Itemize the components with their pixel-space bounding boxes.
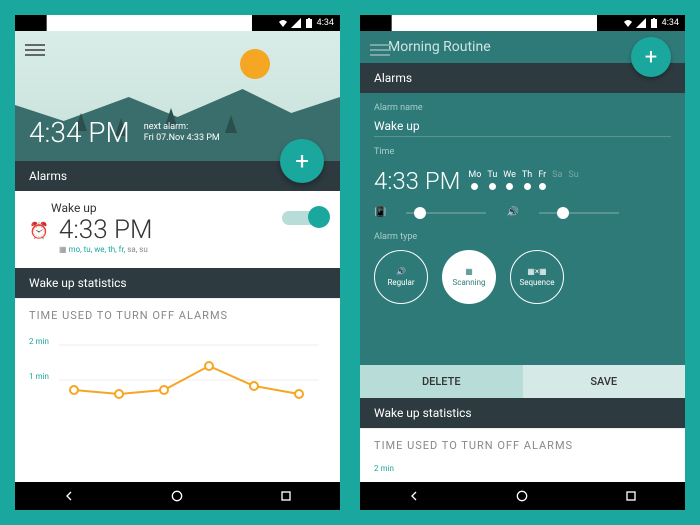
menu-button[interactable] <box>25 41 45 59</box>
back-button[interactable] <box>406 488 422 504</box>
next-alarm: next alarm: Fri 07.Nov 4:33 PM <box>144 122 220 145</box>
phone-right: 4:34 Morning Routine + Alarms Alarm name… <box>360 15 685 510</box>
volume-slider[interactable] <box>539 212 619 214</box>
recents-button[interactable] <box>623 488 639 504</box>
android-navbar <box>360 482 685 510</box>
home-button[interactable] <box>169 488 185 504</box>
home-button[interactable] <box>514 488 530 504</box>
status-time: 4:34 <box>317 18 334 28</box>
time-label: Time <box>374 147 671 157</box>
android-navbar <box>15 482 340 510</box>
alarm-days: ▦ mo, tu, we, th, fr, sa, su <box>59 245 326 254</box>
alarm-card[interactable]: Wake up ⏰ 4:33 PM ▦ mo, tu, we, th, fr, … <box>15 191 340 268</box>
signal-icon <box>291 18 301 28</box>
status-bar: 4:34 <box>360 15 685 31</box>
vibrate-slider[interactable] <box>406 212 486 214</box>
type-sequence[interactable]: ▦×▦Sequence <box>510 250 564 304</box>
delete-button[interactable]: DELETE <box>360 365 523 398</box>
recents-button[interactable] <box>278 488 294 504</box>
alarm-clock-icon: ⏰ <box>29 221 49 240</box>
alarm-type-label: Alarm type <box>374 232 671 242</box>
day-selector[interactable]: Mo Tu We Th Fr Sa Su <box>468 170 578 193</box>
alarms-header: Alarms + <box>15 161 340 191</box>
line-chart <box>59 340 319 420</box>
alarm-toggle[interactable] <box>282 211 326 225</box>
add-alarm-button[interactable]: + <box>631 37 671 77</box>
battery-icon <box>649 18 659 28</box>
back-button[interactable] <box>61 488 77 504</box>
save-button[interactable]: SAVE <box>523 365 686 398</box>
sun-icon <box>240 49 270 79</box>
status-bar: 4:34 <box>15 15 340 31</box>
stats-header: Wake up statistics <box>15 268 340 298</box>
volume-icon: 🔊 <box>506 207 518 218</box>
battery-icon <box>304 18 314 28</box>
alarm-name-label: Alarm name <box>374 103 671 113</box>
type-regular[interactable]: 🔊Regular <box>374 250 428 304</box>
alarm-time: 4:33 PM <box>59 215 153 245</box>
wifi-icon <box>623 18 633 28</box>
alarm-name-input[interactable] <box>374 116 671 137</box>
chart-title: TIME USED TO TURN OFF ALARMS <box>15 298 340 332</box>
time-picker[interactable]: 4:33 PM <box>374 167 460 195</box>
status-time: 4:34 <box>662 18 679 28</box>
header: Morning Routine + <box>360 31 685 63</box>
vibrate-icon: 📳 <box>374 207 386 218</box>
stats-header: Wake up statistics <box>360 398 685 428</box>
chart-title: TIME USED TO TURN OFF ALARMS <box>360 428 685 462</box>
add-alarm-button[interactable]: + <box>280 139 324 183</box>
wifi-icon <box>278 18 288 28</box>
menu-button[interactable] <box>370 41 390 59</box>
chart: 2 min 1 min <box>15 332 340 482</box>
current-time: 4:34 PM <box>29 116 130 149</box>
page-title: Morning Routine <box>388 39 491 55</box>
type-scanning[interactable]: ▦Scanning <box>442 250 496 304</box>
phone-left: 4:34 4:34 PM next alarm: Fri 07.Nov 4:33… <box>15 15 340 510</box>
signal-icon <box>636 18 646 28</box>
